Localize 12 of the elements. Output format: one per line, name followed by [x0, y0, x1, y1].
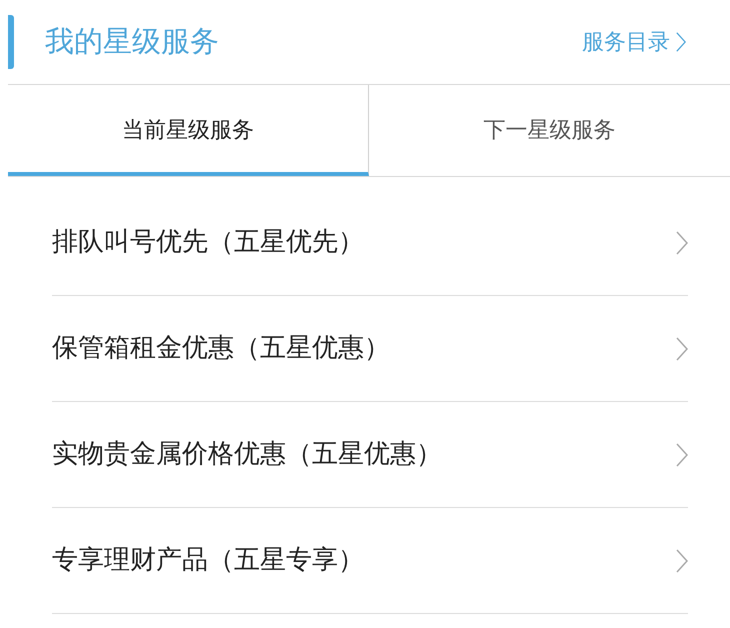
service-item[interactable]: 实物贵金属价格优惠（五星优惠）	[52, 402, 688, 508]
chevron-icon	[676, 442, 688, 468]
page-title: 我的星级服务	[45, 23, 219, 60]
service-item[interactable]: 排队叫号优先（五星优先）	[52, 190, 688, 296]
chevron-icon	[676, 31, 686, 53]
chevron-icon	[676, 548, 688, 574]
chevron-icon	[676, 336, 688, 362]
tab[interactable]: 当前星级服务	[8, 85, 369, 176]
chevron-icon	[676, 230, 688, 256]
header-accent-bar	[8, 15, 14, 69]
service-item[interactable]: 保管箱租金优惠（五星优惠）	[52, 296, 688, 402]
service-item[interactable]: 专享理财产品（五星专享）	[52, 508, 688, 614]
